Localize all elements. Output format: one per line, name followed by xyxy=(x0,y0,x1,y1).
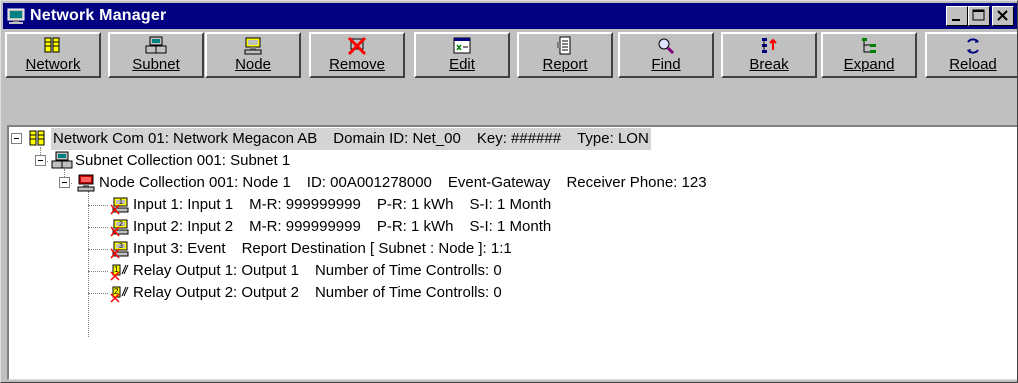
network-key: Key: ###### xyxy=(476,130,562,147)
node-icon xyxy=(77,174,95,192)
network-icon xyxy=(29,130,45,146)
find-button[interactable]: Find xyxy=(618,32,714,78)
input-1-mr: M-R: 999999999 xyxy=(249,196,361,213)
collapse-subnet-toggle[interactable] xyxy=(35,155,46,166)
tree-connector xyxy=(88,293,108,294)
network-manager-window: Network Manager Network Subnet Node Remo… xyxy=(0,0,1018,383)
input-2-name: Input 2: Input 2 xyxy=(133,218,234,235)
find-icon xyxy=(658,38,675,55)
report-icon xyxy=(557,36,571,55)
edit-button-label: Edit xyxy=(449,56,475,73)
node-icon xyxy=(244,37,262,55)
relay-output-2-text: Relay Output 2: Output 2 Number of Time C… xyxy=(133,282,502,304)
relay-output-2-timers: Number of Time Controlls: 0 xyxy=(314,284,502,301)
svg-text:2: 2 xyxy=(119,221,123,228)
input-3-destination: Report Destination [ Subnet : Node ]: 1:… xyxy=(241,240,512,257)
maximize-icon xyxy=(972,9,985,21)
tree-connector xyxy=(88,227,108,228)
input-2-text: Input 2: Input 2 M-R: 999999999 P-R: 1 kWh… xyxy=(133,216,551,238)
tree-connector xyxy=(88,271,108,272)
close-icon xyxy=(997,10,1008,21)
node-item-text: Node Collection 001: Node 1 ID: 00A001278… xyxy=(99,172,707,194)
subnet-name: Subnet Collection 001: Subnet 1 xyxy=(75,152,291,169)
collapse-network-toggle[interactable] xyxy=(11,133,22,144)
input-1-si: S-I: 1 Month xyxy=(469,196,552,213)
edit-button[interactable]: Edit xyxy=(414,32,510,78)
input-1-text: Input 1: Input 1 M-R: 999999999 P-R: 1 kWh… xyxy=(133,194,551,216)
break-button[interactable]: Break xyxy=(721,32,817,78)
break-icon xyxy=(762,38,777,53)
tree-connector xyxy=(88,249,108,250)
input-3-text: Input 3: Event Report Destination [ Subne… xyxy=(133,238,512,260)
expand-button[interactable]: Expand xyxy=(821,32,917,78)
toolbar: Network Subnet Node Remove Edit Report F… xyxy=(5,32,1017,122)
node-id: ID: 00A001278000 xyxy=(306,174,432,191)
break-button-label: Break xyxy=(749,56,789,73)
subnet-icon xyxy=(51,151,73,169)
input-3-name: Input 3: Event xyxy=(133,240,226,257)
remove-button-label: Remove xyxy=(329,56,385,73)
minimize-icon xyxy=(952,19,960,21)
window-title: Network Manager xyxy=(30,7,167,24)
minimize-button[interactable] xyxy=(946,6,968,26)
network-name: Network Com 01: Network Megacon AB xyxy=(53,130,318,147)
input-icon: 1 xyxy=(110,197,129,215)
svg-text:1: 1 xyxy=(119,199,123,206)
network-button-label: Network xyxy=(25,56,81,73)
svg-text:3: 3 xyxy=(119,243,123,250)
node-button-label: Node xyxy=(235,56,271,73)
input-1-name: Input 1: Input 1 xyxy=(133,196,234,213)
reload-button-label: Reload xyxy=(949,56,997,73)
relay-output-1-timers: Number of Time Controlls: 0 xyxy=(314,262,502,279)
subnet-button[interactable]: Subnet xyxy=(108,32,204,78)
report-button-label: Report xyxy=(542,56,588,73)
input-icon: 2 xyxy=(110,219,129,237)
input-icon: 3 xyxy=(110,241,129,259)
close-button[interactable] xyxy=(992,6,1014,26)
node-receiver: Receiver Phone: 123 xyxy=(566,174,707,191)
reload-icon xyxy=(967,38,979,54)
input-1-pr: P-R: 1 kWh xyxy=(376,196,454,213)
relay-output-1-name: Relay Output 1: Output 1 xyxy=(133,262,299,279)
reload-button[interactable]: Reload xyxy=(925,32,1017,78)
network-type: Type: LON xyxy=(577,130,649,147)
network-item-text: Network Com 01: Network Megacon AB Domain… xyxy=(51,128,651,150)
input-2-mr: M-R: 999999999 xyxy=(249,218,361,235)
remove-button[interactable]: Remove xyxy=(309,32,405,78)
find-button-label: Find xyxy=(651,56,681,73)
network-button[interactable]: Network xyxy=(5,32,101,78)
maximize-button[interactable] xyxy=(968,6,990,26)
remove-icon xyxy=(347,36,367,56)
report-button[interactable]: Report xyxy=(517,32,613,78)
expand-button-label: Expand xyxy=(843,56,895,73)
node-button[interactable]: Node xyxy=(205,32,301,78)
input-2-pr: P-R: 1 kWh xyxy=(376,218,454,235)
edit-icon xyxy=(453,37,471,54)
network-manager-icon xyxy=(7,8,25,24)
input-2-si: S-I: 1 Month xyxy=(469,218,552,235)
subnet-icon xyxy=(145,36,167,54)
tree-connector xyxy=(88,191,89,337)
network-tree[interactable]: Network Com 01: Network Megacon AB Domain… xyxy=(7,125,1017,380)
tree-connector xyxy=(88,205,108,206)
node-mode: Event-Gateway xyxy=(447,174,551,191)
title-bar[interactable]: Network Manager xyxy=(3,3,1017,29)
relay-output-icon: 1 xyxy=(110,264,129,281)
subnet-button-label: Subnet xyxy=(132,56,180,73)
network-domain: Domain ID: Net_00 xyxy=(333,130,461,147)
node-name: Node Collection 001: Node 1 xyxy=(99,174,291,191)
expand-icon xyxy=(862,38,876,53)
network-icon xyxy=(44,37,60,53)
collapse-node-toggle[interactable] xyxy=(59,177,70,188)
relay-output-icon: 2 xyxy=(110,286,129,303)
relay-output-1-text: Relay Output 1: Output 1 Number of Time C… xyxy=(133,260,502,282)
relay-output-2-name: Relay Output 2: Output 2 xyxy=(133,284,299,301)
